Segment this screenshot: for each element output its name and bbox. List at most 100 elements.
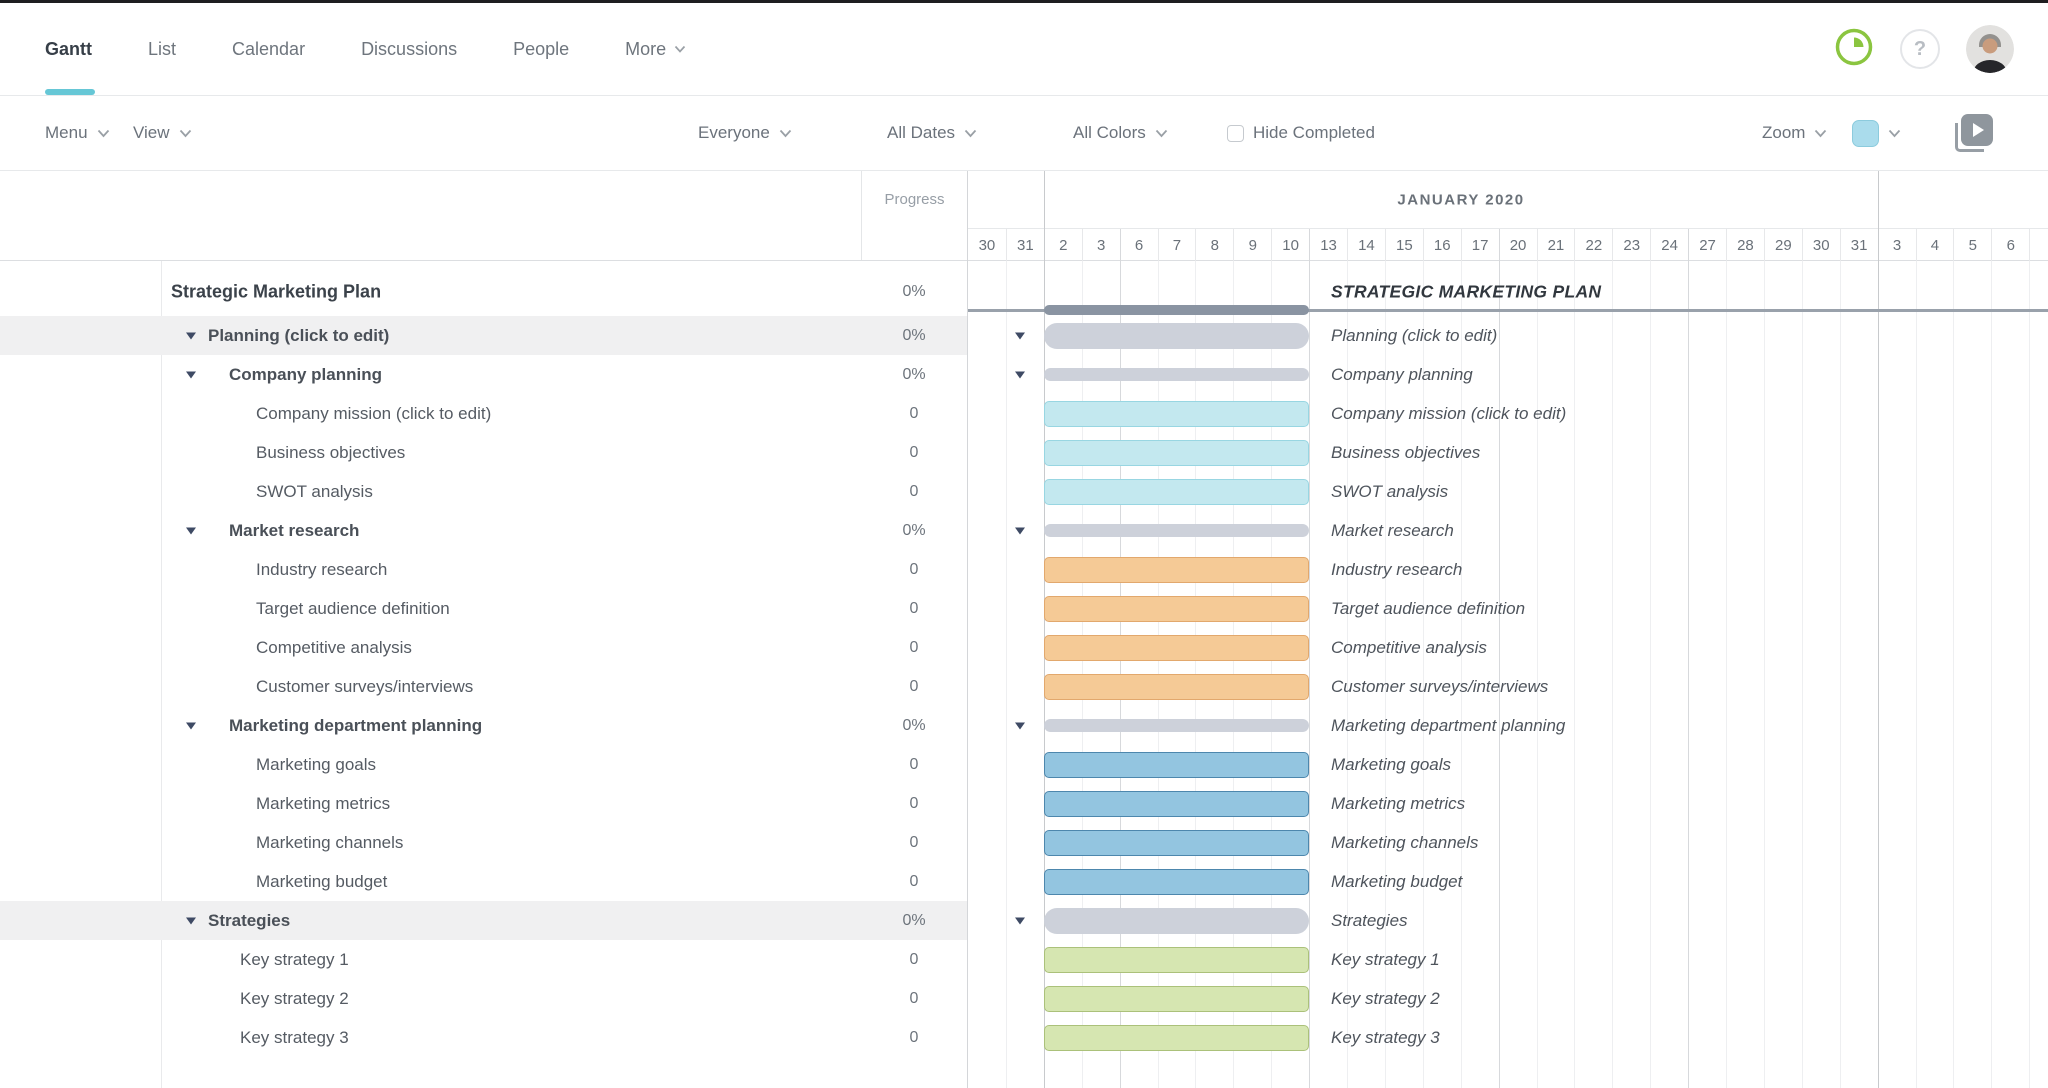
task-row[interactable]: Marketing metrics 0	[0, 784, 967, 823]
time-tracking-icon[interactable]	[1834, 27, 1874, 72]
task-row[interactable]: Competitive analysis 0	[0, 628, 967, 667]
gantt-bar-green[interactable]	[1044, 1024, 1309, 1051]
menu-dropdown[interactable]: Menu	[45, 96, 110, 170]
progress-value[interactable]: 0%	[861, 717, 967, 735]
task-label[interactable]: Market research	[229, 521, 359, 541]
tab-gantt[interactable]: Gantt	[45, 3, 95, 95]
project-summary-bar[interactable]	[1044, 305, 1309, 315]
progress-value[interactable]: 0	[861, 600, 967, 618]
tab-people[interactable]: People	[513, 3, 569, 95]
task-label[interactable]: Marketing goals	[256, 755, 376, 775]
group-row[interactable]: Market research 0%	[0, 511, 967, 550]
collapse-caret-icon[interactable]	[186, 332, 196, 339]
project-title[interactable]: Strategic Marketing Plan	[171, 282, 381, 303]
task-label[interactable]: Business objectives	[256, 443, 405, 463]
group-row[interactable]: Marketing department planning 0%	[0, 706, 967, 745]
gantt-bar-green[interactable]	[1044, 985, 1309, 1012]
progress-value[interactable]: 0	[861, 483, 967, 501]
progress-value[interactable]: 0	[861, 834, 967, 852]
gantt-bar-green[interactable]	[1044, 946, 1309, 973]
project-progress-value[interactable]: 0%	[861, 283, 967, 301]
task-label[interactable]: Company planning	[229, 365, 382, 385]
task-row[interactable]: Customer surveys/interviews 0	[0, 667, 967, 706]
zoom-dropdown[interactable]: Zoom	[1762, 96, 1827, 170]
progress-value[interactable]: 0	[861, 756, 967, 774]
task-label[interactable]: Marketing department planning	[229, 716, 482, 736]
help-icon[interactable]: ?	[1900, 29, 1940, 69]
task-row[interactable]: Key strategy 2 0	[0, 979, 967, 1018]
gantt-bar-orange[interactable]	[1044, 673, 1309, 700]
gantt-bar-blue[interactable]	[1044, 868, 1309, 895]
task-label[interactable]: Target audience definition	[256, 599, 450, 619]
group-row[interactable]: Strategies 0%	[0, 901, 967, 940]
bar-color-swatch[interactable]	[1852, 119, 1879, 147]
collapse-caret-icon[interactable]	[186, 527, 196, 534]
task-row[interactable]: Company mission (click to edit) 0	[0, 394, 967, 433]
task-label[interactable]: Key strategy 1	[240, 950, 349, 970]
task-row[interactable]: Marketing channels 0	[0, 823, 967, 862]
progress-value[interactable]: 0	[861, 639, 967, 657]
progress-value[interactable]: 0%	[861, 912, 967, 930]
group-summary-bar[interactable]	[1044, 322, 1309, 349]
progress-value[interactable]: 0	[861, 873, 967, 891]
progress-value[interactable]: 0%	[861, 327, 967, 345]
task-label[interactable]: Competitive analysis	[256, 638, 412, 658]
project-row[interactable]: Strategic Marketing Plan 0%	[0, 261, 967, 316]
gantt-bar-orange[interactable]	[1044, 634, 1309, 661]
bar-color-picker[interactable]	[1852, 96, 1901, 170]
color-filter-dropdown[interactable]: All Colors	[1073, 96, 1168, 170]
gantt-bar-cyan[interactable]	[1044, 400, 1309, 427]
assignee-filter-dropdown[interactable]: Everyone	[698, 96, 792, 170]
progress-value[interactable]: 0%	[861, 366, 967, 384]
gantt-bar-cyan[interactable]	[1044, 439, 1309, 466]
gantt-bar-blue[interactable]	[1044, 829, 1309, 856]
progress-value[interactable]: 0	[861, 1029, 967, 1047]
progress-value[interactable]: 0%	[861, 522, 967, 540]
avatar[interactable]	[1966, 25, 2014, 73]
task-row[interactable]: Key strategy 3 0	[0, 1018, 967, 1057]
progress-value[interactable]: 0	[861, 795, 967, 813]
progress-value[interactable]: 0	[861, 990, 967, 1008]
progress-value[interactable]: 0	[861, 405, 967, 423]
task-row[interactable]: Key strategy 1 0	[0, 940, 967, 979]
tab-discussions[interactable]: Discussions	[361, 3, 457, 95]
task-label[interactable]: Company mission (click to edit)	[256, 404, 491, 424]
video-tutorials-button[interactable]	[1955, 96, 1993, 170]
collapse-caret-icon[interactable]	[1015, 527, 1025, 534]
tab-list[interactable]: List	[148, 3, 176, 95]
collapse-caret-icon[interactable]	[186, 371, 196, 378]
date-filter-dropdown[interactable]: All Dates	[887, 96, 977, 170]
gantt-bar-blue[interactable]	[1044, 790, 1309, 817]
tab-more[interactable]: More	[625, 3, 686, 95]
tab-calendar[interactable]: Calendar	[232, 3, 305, 95]
task-label[interactable]: Marketing channels	[256, 833, 403, 853]
group-row[interactable]: Company planning 0%	[0, 355, 967, 394]
task-label[interactable]: Key strategy 3	[240, 1028, 349, 1048]
group-summary-bar[interactable]	[1044, 524, 1309, 537]
hide-completed-checkbox[interactable]	[1227, 124, 1244, 142]
collapse-caret-icon[interactable]	[1015, 722, 1025, 729]
task-row[interactable]: Marketing budget 0	[0, 862, 967, 901]
collapse-caret-icon[interactable]	[186, 917, 196, 924]
hide-completed-toggle[interactable]: Hide Completed	[1227, 96, 1375, 170]
task-label[interactable]: Customer surveys/interviews	[256, 677, 473, 697]
group-summary-bar[interactable]	[1044, 719, 1309, 732]
collapse-caret-icon[interactable]	[1015, 371, 1025, 378]
task-label[interactable]: Marketing budget	[256, 872, 387, 892]
gantt-bar-orange[interactable]	[1044, 556, 1309, 583]
view-dropdown[interactable]: View	[133, 96, 192, 170]
task-label[interactable]: SWOT analysis	[256, 482, 373, 502]
progress-value[interactable]: 0	[861, 444, 967, 462]
gantt-bar-blue[interactable]	[1044, 751, 1309, 778]
collapse-caret-icon[interactable]	[1015, 332, 1025, 339]
gantt-bar-cyan[interactable]	[1044, 478, 1309, 505]
collapse-caret-icon[interactable]	[186, 722, 196, 729]
task-label[interactable]: Planning (click to edit)	[208, 326, 389, 346]
task-label[interactable]: Industry research	[256, 560, 387, 580]
progress-value[interactable]: 0	[861, 951, 967, 969]
group-row[interactable]: Planning (click to edit) 0%	[0, 316, 967, 355]
task-row[interactable]: SWOT analysis 0	[0, 472, 967, 511]
progress-value[interactable]: 0	[861, 561, 967, 579]
task-row[interactable]: Business objectives 0	[0, 433, 967, 472]
task-label[interactable]: Strategies	[208, 911, 290, 931]
